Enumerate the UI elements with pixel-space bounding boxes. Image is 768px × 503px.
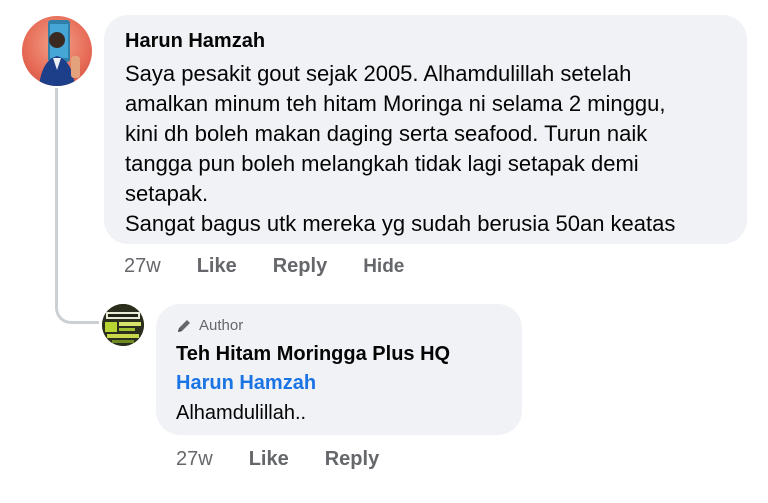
thread-connector-line [55, 88, 99, 324]
comment-author-name[interactable]: Harun Hamzah [125, 29, 725, 53]
reply-button[interactable]: Reply [273, 255, 327, 278]
reply-timestamp[interactable]: 27w [176, 448, 213, 471]
avatar[interactable] [22, 16, 92, 86]
page-logo-icon [102, 304, 144, 346]
profile-photo-icon [39, 20, 80, 86]
hide-button[interactable]: Hide [363, 256, 404, 278]
reply-button[interactable]: Reply [325, 448, 379, 471]
author-badge-label: Author [199, 317, 244, 334]
comment-text-line: Sangat bagus utk mereka yg sudah berusia… [125, 211, 676, 236]
comment-text-line: setapak. [125, 181, 209, 206]
reply-text: Alhamdulillah.. [176, 402, 307, 424]
mention-link[interactable]: Harun Hamzah [176, 368, 502, 398]
reply-bubble: Author Teh Hitam Moringga Plus HQ Harun … [156, 304, 522, 435]
like-button[interactable]: Like [249, 448, 289, 471]
comment-text-line: Saya pesakit gout sejak 2005. Alhamdulil… [125, 61, 632, 86]
comment-bubble: Harun Hamzah Saya pesakit gout sejak 200… [104, 15, 747, 244]
author-badge: Author [176, 316, 502, 336]
reply-actions: 27w Like Reply [176, 448, 415, 471]
comment-timestamp[interactable]: 27w [124, 255, 161, 278]
reply-author-name[interactable]: Teh Hitam Moringga Plus HQ [176, 340, 502, 368]
comment-thread: Harun Hamzah Saya pesakit gout sejak 200… [0, 0, 768, 503]
comment-text-line: amalkan minum teh hitam Moringa ni selam… [125, 91, 666, 116]
page-avatar[interactable] [102, 304, 144, 346]
comment-actions: 27w Like Reply Hide [124, 255, 440, 278]
pencil-icon [178, 320, 190, 332]
like-button[interactable]: Like [197, 255, 237, 278]
comment-text-line: kini dh boleh makan daging serta seafood… [125, 121, 648, 146]
comment-text-line: tangga pun boleh melangkah tidak lagi se… [125, 151, 639, 176]
